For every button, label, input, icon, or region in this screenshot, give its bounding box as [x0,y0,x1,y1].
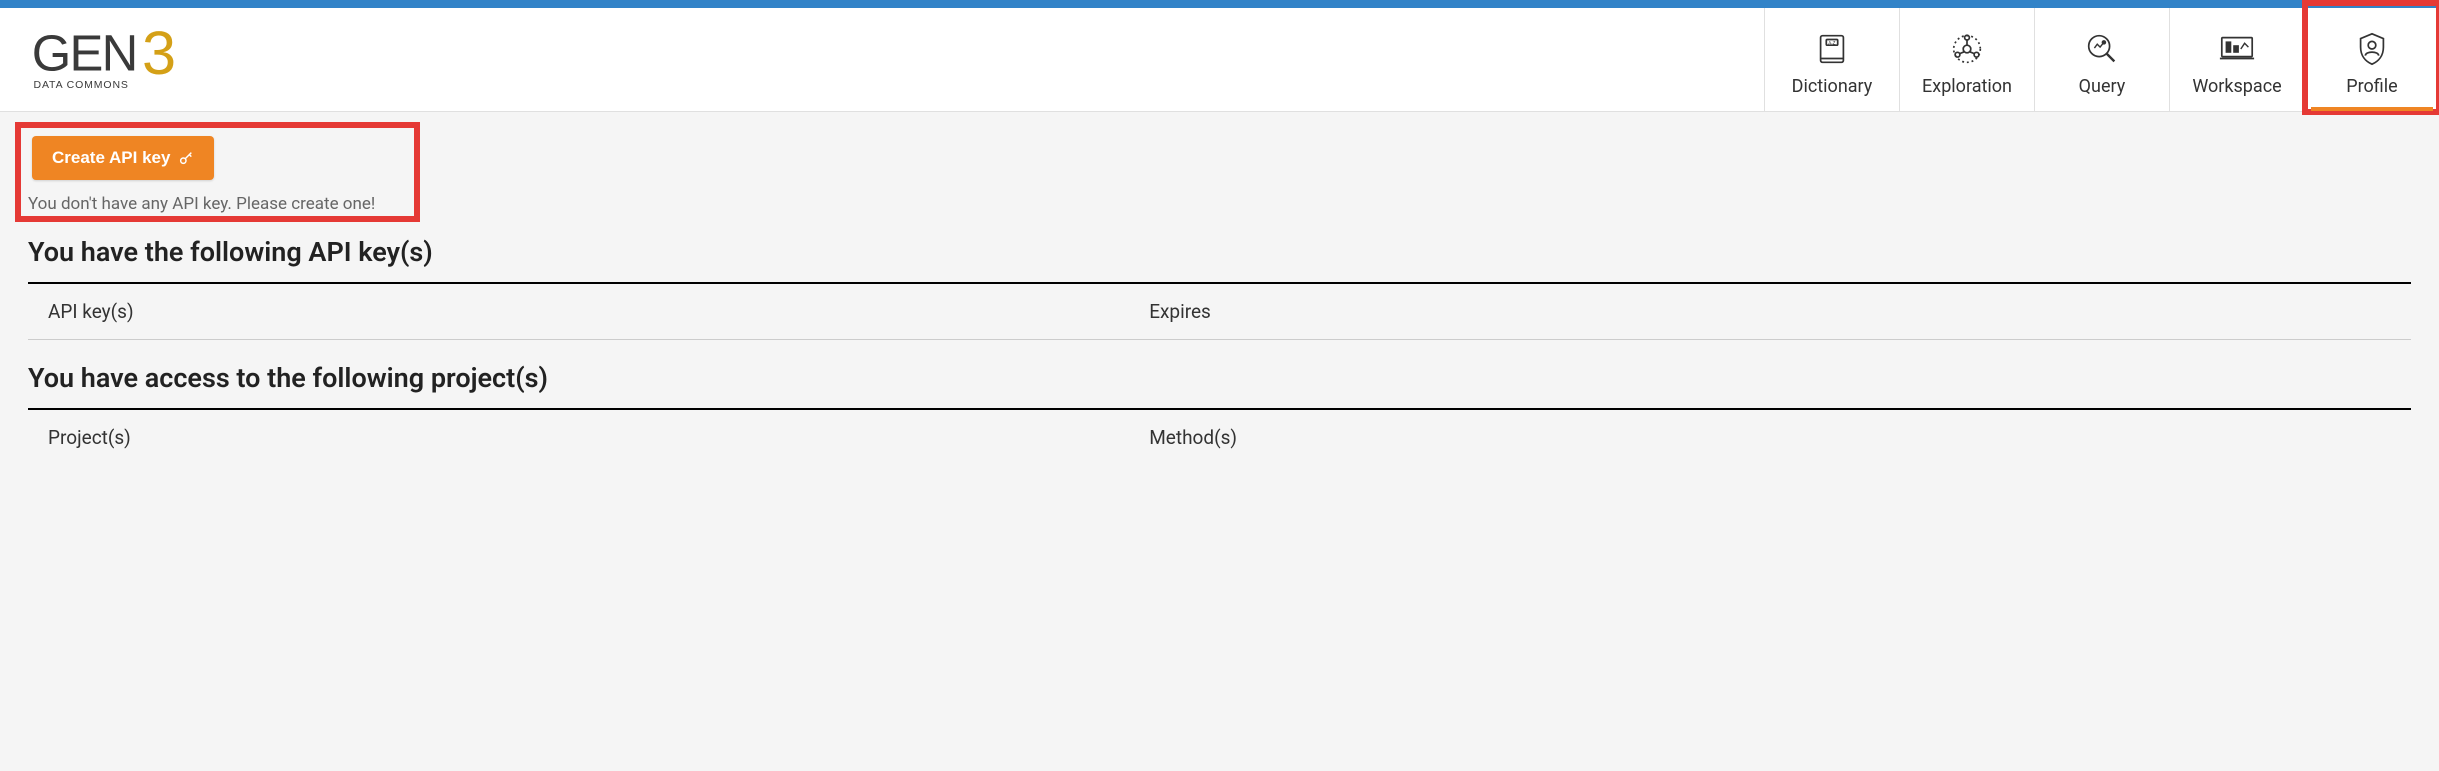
exploration-icon [1948,28,1986,70]
nav-label: Profile [2346,76,2397,97]
api-keys-table-header: API key(s) Expires [28,282,2411,340]
query-icon [2083,28,2121,70]
top-accent-bar [0,0,2439,8]
column-projects: Project(s) [48,426,1149,449]
key-icon [178,150,194,166]
nav-label: Workspace [2192,76,2281,97]
column-expires: Expires [1149,300,2391,323]
nav-label: Exploration [1922,76,2012,97]
svg-text:A-Z: A-Z [1828,40,1835,46]
api-key-section: Create API key You don't have any API ke… [0,112,2439,214]
nav-query[interactable]: Query [2034,8,2169,111]
nav-profile[interactable]: Profile [2304,8,2439,111]
no-api-key-message: You don't have any API key. Please creat… [28,194,2411,214]
column-methods: Method(s) [1149,426,2391,449]
main-nav: A-Z Dictionary Exploration [1764,8,2439,111]
projects-table-header: Project(s) Method(s) [28,408,2411,465]
nav-label: Query [2079,76,2126,97]
logo[interactable]: GEN 3 DATA COMMONS [0,8,228,111]
nav-dictionary[interactable]: A-Z Dictionary [1764,8,1899,111]
svg-text:DATA COMMONS: DATA COMMONS [34,79,129,91]
profile-icon [2353,28,2391,70]
dictionary-icon: A-Z [1813,28,1851,70]
svg-text:3: 3 [142,25,176,87]
projects-heading: You have access to the following project… [28,362,2411,394]
nav-label: Dictionary [1792,76,1873,97]
svg-text:GEN: GEN [32,25,137,82]
nav-exploration[interactable]: Exploration [1899,8,2034,111]
header: GEN 3 DATA COMMONS A-Z Dictionary [0,8,2439,112]
gen3-logo-icon: GEN 3 DATA COMMONS [28,25,228,95]
nav-workspace[interactable]: Workspace [2169,8,2304,111]
button-label: Create API key [52,148,170,168]
workspace-icon [2216,28,2258,70]
main-content: Create API key You don't have any API ke… [0,112,2439,465]
create-api-key-button[interactable]: Create API key [32,136,214,180]
api-keys-heading: You have the following API key(s) [28,236,2411,268]
column-api-keys: API key(s) [48,300,1149,323]
